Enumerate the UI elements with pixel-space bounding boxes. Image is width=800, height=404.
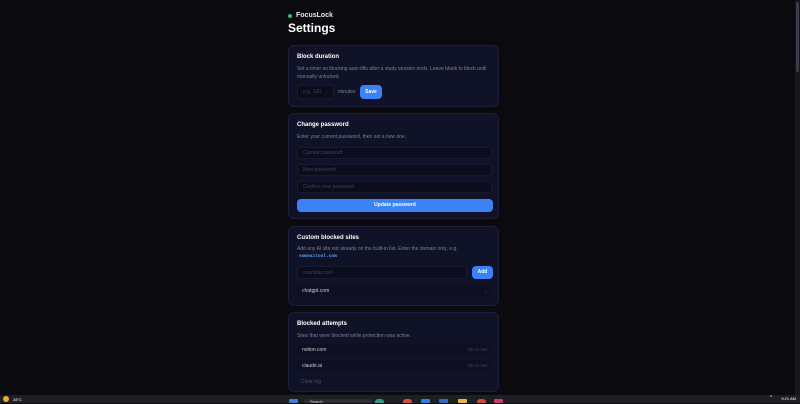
change-password-card: Change password Enter your current passw… — [288, 113, 499, 219]
attempt-row: notion.com 09:21 AM — [297, 344, 492, 355]
custom-sites-description: Add any AI site not already on the built… — [297, 246, 458, 252]
block-duration-card: Block duration Set a timer so blocking a… — [288, 45, 499, 107]
attempt-time: 09:21 AM — [467, 347, 487, 352]
custom-sites-title: Custom blocked sites — [297, 235, 360, 241]
app-brand: FocusLock — [288, 12, 333, 19]
blocked-attempts-description: Sites that were blocked while protection… — [297, 333, 411, 339]
add-site-button[interactable]: Add — [472, 266, 493, 279]
blocked-site-item: chatgpt.com × — [297, 285, 492, 297]
minutes-unit-label: minutes — [338, 89, 356, 95]
change-password-title: Change password — [297, 122, 349, 128]
taskbar-clock[interactable]: 9:21 AM — [781, 396, 796, 401]
blocked-site-domain: chatgpt.com — [302, 288, 330, 294]
current-password-field[interactable] — [297, 147, 492, 159]
temperature: 28°C — [13, 396, 22, 402]
remove-site-icon[interactable]: × — [484, 289, 487, 294]
save-duration-button[interactable]: Save — [360, 85, 382, 99]
update-password-button[interactable]: Update password — [297, 199, 493, 212]
settings-page: FocusLock Settings Block duration Set a … — [0, 0, 795, 395]
example-domain: someaitool.com — [299, 254, 337, 259]
custom-sites-card: Custom blocked sites Add any AI site not… — [288, 226, 499, 306]
weather-widget[interactable]: 28°C — [3, 396, 22, 402]
block-duration-input[interactable] — [297, 85, 334, 99]
new-password-field[interactable] — [297, 164, 492, 176]
attempt-domain: claude.ai — [302, 362, 323, 369]
store-icon[interactable] — [439, 399, 448, 403]
chrome-icon[interactable] — [403, 399, 412, 403]
attempt-time: 09:21 AM — [467, 363, 487, 368]
attempt-row: claude.ai 09:21 AM — [297, 360, 492, 371]
blocked-attempts-card: Blocked attempts Sites that were blocked… — [288, 312, 499, 392]
app-icon[interactable] — [477, 399, 486, 403]
clear-log-link[interactable]: Clear log — [301, 379, 321, 385]
weather-sun-icon — [3, 396, 9, 402]
file-explorer-icon[interactable] — [458, 399, 467, 403]
vscode-icon[interactable] — [421, 399, 430, 403]
blocked-attempts-title: Blocked attempts — [297, 321, 348, 327]
app-name: FocusLock — [296, 12, 333, 19]
tray-chevron-up-icon[interactable]: ^ — [770, 395, 772, 401]
attempt-domain: notion.com — [302, 346, 327, 353]
block-duration-title: Block duration — [297, 54, 340, 60]
scrollbar-thumb[interactable] — [796, 2, 799, 72]
media-icon[interactable] — [494, 399, 503, 403]
browser-icon[interactable] — [375, 399, 384, 403]
change-password-description: Enter your current password, then set a … — [297, 134, 407, 140]
add-site-input[interactable] — [297, 266, 467, 279]
confirm-password-field[interactable] — [297, 181, 492, 193]
page-title: Settings — [288, 21, 336, 35]
status-dot-icon — [288, 13, 292, 18]
start-menu-icon[interactable] — [289, 399, 298, 403]
block-duration-description: Set a timer so blocking auto-lifts after… — [297, 66, 487, 80]
os-taskbar: 28°C Search ^ 9:21 AM — [0, 395, 800, 404]
taskbar-search[interactable]: Search — [304, 399, 372, 404]
page-scrollbar[interactable] — [795, 0, 800, 395]
